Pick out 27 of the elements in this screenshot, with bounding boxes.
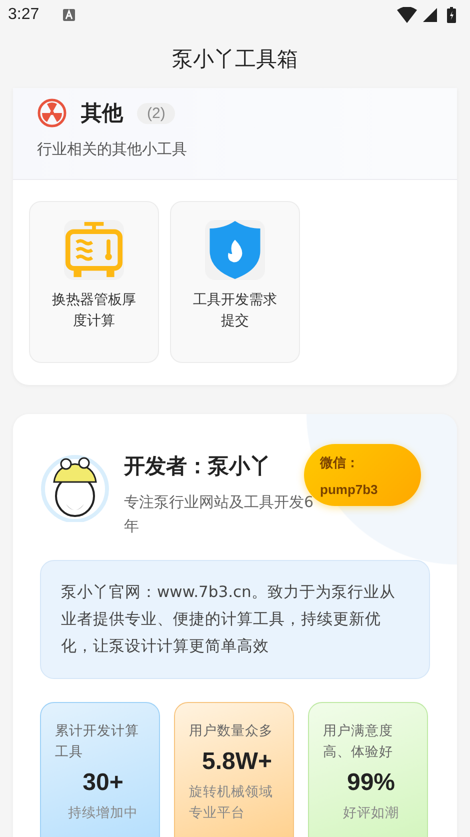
app-title: 泵小丫工具箱 <box>172 46 298 73</box>
stat-value: 99% <box>346 769 396 797</box>
stat-note: 持续增加中 <box>67 804 139 823</box>
developer-bio: 专注泵行业网站及工具开发6年 <box>124 492 314 537</box>
battery-icon <box>447 7 456 23</box>
notification-icon <box>63 9 76 21</box>
tool-tile[interactable]: 工具开发需求提交 <box>170 201 300 363</box>
stat-caption: 用户满意度高、体验好 <box>323 722 394 762</box>
category-title: 其他 <box>81 100 123 127</box>
wechat-label: 微信： <box>320 454 360 472</box>
count-badge: (2) <box>137 102 176 124</box>
wechat-id: pump7b3 <box>320 482 379 496</box>
wifi-icon <box>397 7 417 23</box>
category-description: 行业相关的其他小工具 <box>37 140 188 159</box>
stat-caption: 累计开发计算工具 <box>55 722 140 762</box>
heat-exchanger-icon <box>65 221 123 279</box>
stat-value: 30+ <box>82 769 124 797</box>
avatar <box>40 452 110 522</box>
about-text: 泵小丫官网：www.7b3.cn。致力于为泵行业从业者提供专业、便捷的计算工具，持续更新优化，让泵设计计算更简单高效 <box>40 560 430 679</box>
signal-icon <box>423 8 437 22</box>
status-time: 3:27 <box>8 6 40 24</box>
stat-value: 5.8W+ <box>200 748 274 776</box>
stat-note: 好评如潮 <box>342 804 400 823</box>
tool-tile[interactable]: 换热器管板厚度计算 <box>29 201 159 363</box>
developer-name: 开发者：泵小丫 <box>124 453 272 480</box>
stat-note: 旋转机械领域专业平台 <box>189 783 274 823</box>
stat-caption: 用户数量众多 <box>189 722 274 741</box>
